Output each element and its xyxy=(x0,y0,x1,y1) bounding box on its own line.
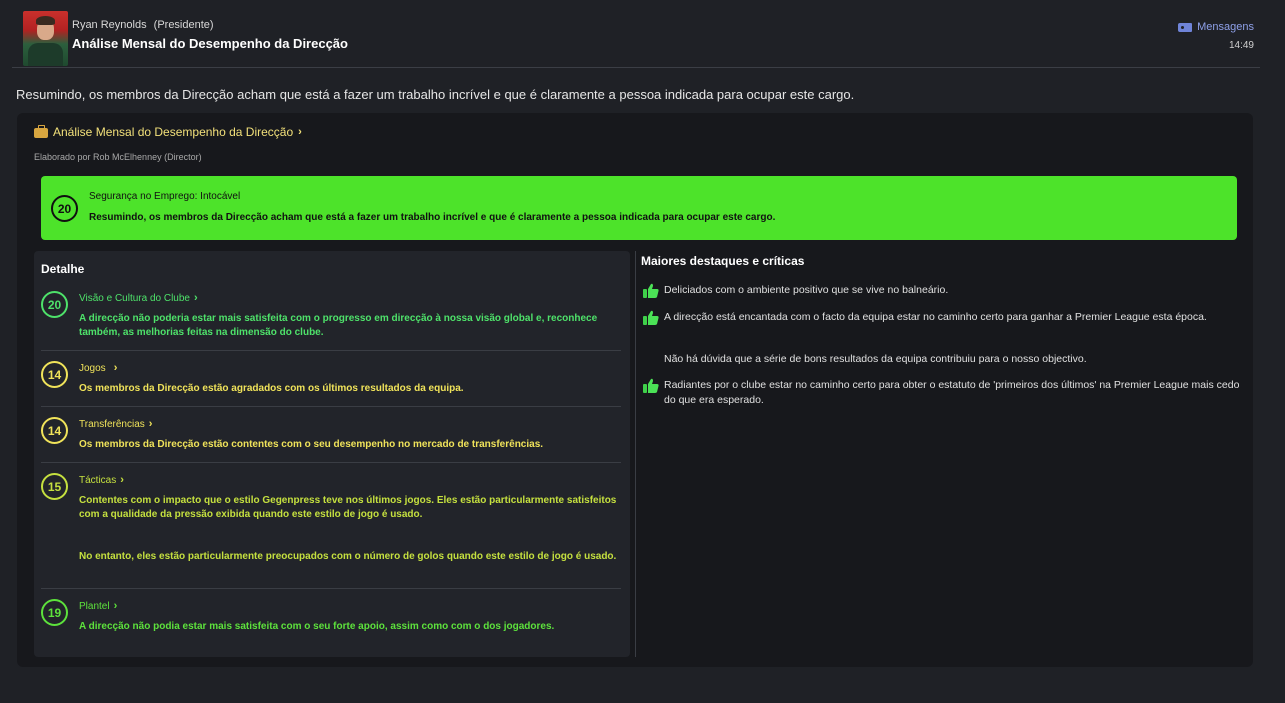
report-card: Análise Mensal do Desempenho da Direcção… xyxy=(17,113,1253,667)
summary-text: Resumindo, os membros da Direcção acham … xyxy=(16,87,855,102)
detail-row-text: A direcção não podia estar mais satisfei… xyxy=(79,621,555,632)
score-badge: 14 xyxy=(41,417,68,444)
detail-row-text: Contentes com o impacto que o estilo Geg… xyxy=(79,495,617,520)
report-title: Análise Mensal do Desempenho da Direcção xyxy=(53,125,294,139)
sender: Ryan Reynolds (Presidente) xyxy=(72,19,214,31)
detail-row-title-matches[interactable]: Jogos › xyxy=(79,362,117,374)
detail-row-title-vision[interactable]: Visão e Cultura do Clube › xyxy=(79,292,198,304)
score-badge: 19 xyxy=(41,599,68,626)
header-divider xyxy=(12,67,1260,68)
sender-role: (Presidente) xyxy=(153,19,214,31)
row-title-label: Tácticas xyxy=(79,474,117,486)
tag-icon xyxy=(1178,22,1193,32)
row-divider xyxy=(41,462,621,463)
row-title-label: Visão e Cultura do Clube xyxy=(79,292,190,304)
report-title-link[interactable]: Análise Mensal do Desempenho da Direcção… xyxy=(34,124,302,139)
row-title-label: Plantel xyxy=(79,600,110,612)
chevron-right-icon: › xyxy=(113,362,118,374)
score-badge: 20 xyxy=(41,291,68,318)
row-title-label: Transferências xyxy=(79,418,145,430)
detail-panel: Detalhe 20 Visão e Cultura do Clube › A … xyxy=(34,251,630,657)
score-badge: 15 xyxy=(41,473,68,500)
detail-row-text: Os membros da Direcção estão agradados c… xyxy=(79,383,464,394)
detail-row-text: Os membros da Direcção estão contentes c… xyxy=(79,439,544,450)
detail-row-text: A direcção não poderia estar mais satisf… xyxy=(79,313,598,338)
detail-row-text-secondary: No entanto, eles estão particularmente p… xyxy=(79,551,617,562)
thumbs-up-icon xyxy=(643,310,659,325)
row-divider xyxy=(41,406,621,407)
detail-row-title-squad[interactable]: Plantel › xyxy=(79,600,117,612)
highlights-title: Maiores destaques e críticas xyxy=(641,254,805,268)
score-badge: 14 xyxy=(41,361,68,388)
sender-avatar[interactable] xyxy=(23,11,68,66)
row-title-label: Jogos xyxy=(79,362,106,374)
message-time: 14:49 xyxy=(1228,40,1254,51)
briefcase-icon xyxy=(34,124,48,138)
detail-row-title-transfers[interactable]: Transferências › xyxy=(79,418,152,430)
job-security-label: Segurança no Emprego: Intocável xyxy=(89,191,241,202)
message-subject: Análise Mensal do Desempenho da Direcção xyxy=(72,36,348,51)
thumbs-up-icon xyxy=(643,283,659,298)
message-header: Ryan Reynolds (Presidente) Análise Mensa… xyxy=(0,0,1285,68)
job-security-banner: 20 Segurança no Emprego: Intocável Resum… xyxy=(41,176,1237,240)
row-divider xyxy=(41,350,621,351)
row-divider xyxy=(41,588,621,589)
chevron-right-icon: › xyxy=(194,292,198,304)
chevron-right-icon: › xyxy=(113,600,118,612)
job-security-text: Resumindo, os membros da Direcção acham … xyxy=(89,212,776,223)
chevron-right-icon: › xyxy=(148,418,153,430)
chevron-right-icon: › xyxy=(120,474,124,486)
detail-title: Detalhe xyxy=(41,262,85,276)
thumbs-up-icon xyxy=(643,378,659,393)
chevron-right-icon: › xyxy=(298,126,302,138)
messages-link-label: Mensagens xyxy=(1197,21,1254,33)
highlight-item: A direcção está encantada com o facto da… xyxy=(664,311,1207,323)
report-author: Elaborado por Rob McElhenney (Director) xyxy=(34,152,202,162)
highlight-item-note: Não há dúvida que a série de bons result… xyxy=(664,353,1087,365)
highlight-item: Deliciados com o ambiente positivo que s… xyxy=(664,284,949,296)
job-security-score: 20 xyxy=(51,195,78,222)
column-divider xyxy=(635,251,636,657)
sender-name[interactable]: Ryan Reynolds xyxy=(72,19,147,31)
highlight-item: Radiantes por o clube estar no caminho c… xyxy=(664,379,1240,406)
detail-row-title-tactics[interactable]: Tácticas › xyxy=(79,474,124,486)
messages-link[interactable]: Mensagens xyxy=(1178,21,1254,33)
